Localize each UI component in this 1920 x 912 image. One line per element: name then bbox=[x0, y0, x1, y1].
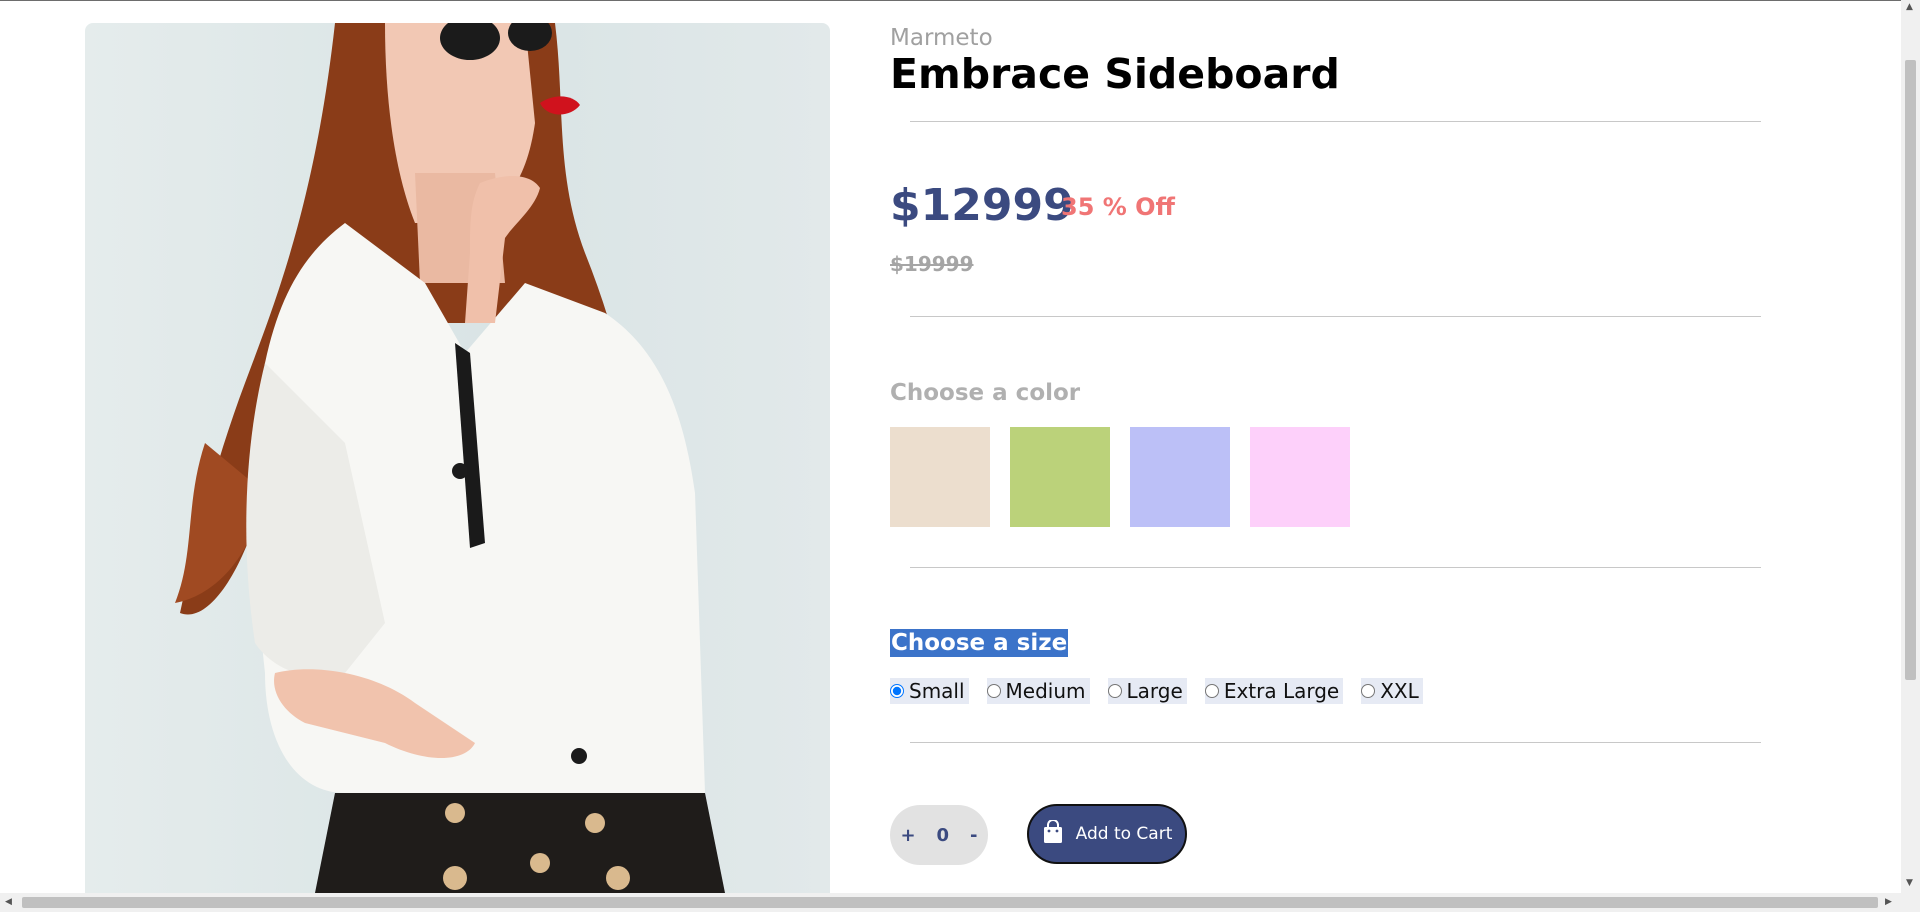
size-section-label: Choose a size bbox=[890, 629, 1069, 657]
add-to-cart-label: Add to Cart bbox=[1075, 824, 1173, 844]
horizontal-scroll-thumb[interactable] bbox=[22, 897, 1878, 908]
size-radio-medium[interactable] bbox=[986, 684, 1001, 698]
color-swatch-pink[interactable] bbox=[1250, 427, 1350, 527]
scroll-left-icon[interactable]: ◀ bbox=[5, 897, 12, 907]
size-label-extra-large: Extra Large bbox=[1223, 679, 1340, 703]
scroll-right-icon[interactable]: ▶ bbox=[1885, 897, 1892, 907]
size-option-extra-large[interactable]: Extra Large bbox=[1204, 678, 1344, 704]
quantity-value: 0 bbox=[936, 824, 950, 846]
size-radio-xxl[interactable] bbox=[1361, 684, 1376, 698]
size-option-xxl[interactable]: XXL bbox=[1361, 678, 1423, 704]
top-border bbox=[0, 0, 1901, 1]
scroll-up-icon[interactable]: ▲ bbox=[1906, 2, 1913, 12]
size-radio-small[interactable] bbox=[890, 684, 904, 698]
add-to-cart-button[interactable]: Add to Cart bbox=[1027, 804, 1187, 864]
vertical-scroll-thumb[interactable] bbox=[1905, 60, 1916, 680]
horizontal-scrollbar[interactable]: ◀ ▶ bbox=[0, 893, 1920, 912]
divider bbox=[910, 742, 1761, 743]
shopping-bag-icon bbox=[1042, 818, 1064, 849]
brand-name: Marmeto bbox=[890, 25, 993, 51]
discount-badge: 35 % Off bbox=[1061, 193, 1175, 221]
quantity-stepper: + 0 - bbox=[890, 805, 988, 865]
color-section-label: Choose a color bbox=[890, 380, 1081, 406]
size-label-xxl: XXL bbox=[1380, 679, 1419, 703]
size-option-small[interactable]: Small bbox=[890, 678, 969, 704]
size-option-large[interactable]: Large bbox=[1107, 678, 1187, 704]
product-photo bbox=[175, 23, 725, 893]
scroll-down-icon[interactable]: ▼ bbox=[1906, 878, 1913, 888]
product-title: Embrace Sideboard bbox=[890, 50, 1340, 98]
size-label-medium: Medium bbox=[1005, 679, 1086, 703]
divider bbox=[910, 316, 1761, 317]
vertical-scrollbar[interactable]: ▲ ▼ bbox=[1901, 0, 1920, 893]
size-radio-extra-large[interactable] bbox=[1204, 684, 1219, 698]
size-label-small: Small bbox=[909, 679, 965, 703]
compare-price: $19999 bbox=[890, 252, 974, 276]
sale-price: $12999 bbox=[890, 180, 1074, 231]
quantity-decrement-button[interactable]: - bbox=[966, 825, 981, 846]
product-image bbox=[85, 23, 830, 893]
size-radio-large[interactable] bbox=[1107, 684, 1122, 698]
color-swatch-lavender[interactable] bbox=[1130, 427, 1230, 527]
color-swatch-green[interactable] bbox=[1010, 427, 1110, 527]
divider bbox=[910, 121, 1761, 122]
quantity-increment-button[interactable]: + bbox=[896, 825, 919, 846]
color-swatch-beige[interactable] bbox=[890, 427, 990, 527]
size-options: Small Medium Large Extra Large XXL bbox=[890, 678, 1423, 704]
divider bbox=[910, 567, 1761, 568]
size-label-large: Large bbox=[1126, 679, 1183, 703]
size-option-medium[interactable]: Medium bbox=[986, 678, 1090, 704]
